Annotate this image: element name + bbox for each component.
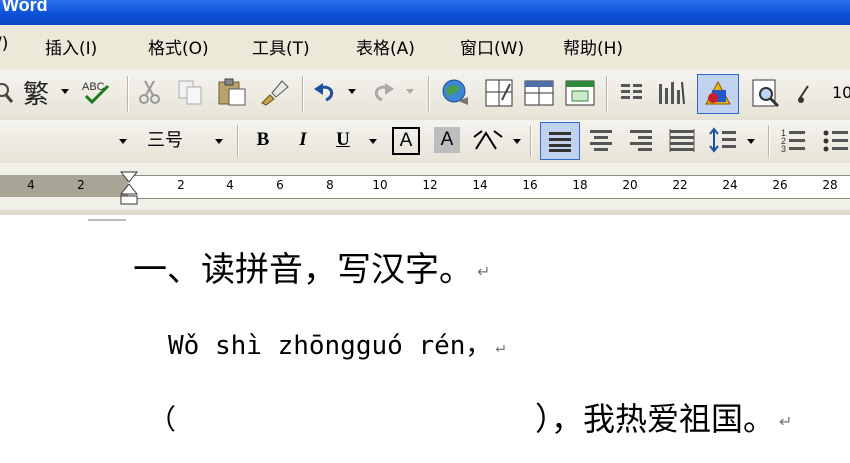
indent-marker-icon[interactable] [120, 170, 138, 210]
hyperlink-icon[interactable] [440, 77, 472, 109]
align-justify-button[interactable] [540, 122, 580, 160]
paragraph-mark: ↵ [495, 337, 506, 356]
menu-format[interactable]: 格式(O) [148, 34, 209, 59]
ruler-tick-label: 4 [226, 178, 234, 192]
menu-bar: /) 插入(I) 格式(O) 工具(T) 表格(A) 窗口(W) 帮助(H) [0, 25, 850, 71]
ruler-tick-label: 18 [572, 178, 588, 192]
show-hide-icon[interactable] [796, 80, 818, 106]
ruler-tick-label: 14 [472, 178, 488, 192]
ruler-tick-label: 6 [276, 178, 284, 192]
columns-icon[interactable] [618, 80, 646, 106]
menu-insert[interactable]: 插入(I) [45, 34, 97, 59]
ruler-tick-label: 8 [326, 178, 334, 192]
redo-icon[interactable] [370, 80, 396, 104]
bold-button[interactable]: B [250, 127, 276, 153]
heading-text: 一、读拼音，写汉字。 [133, 250, 473, 290]
document-map-button[interactable] [697, 74, 739, 114]
ruler-tick-label: 10 [372, 178, 388, 192]
ruler-tick-label: 22 [672, 178, 688, 192]
ruler-tick-label: 20 [622, 178, 638, 192]
toolbar-separator [768, 125, 770, 157]
bullets-icon[interactable] [822, 126, 850, 154]
menu-window[interactable]: 窗口(W) [460, 34, 524, 59]
chevron-down-icon[interactable] [512, 138, 522, 146]
cut-icon[interactable] [136, 78, 164, 106]
toolbar-separator [302, 76, 304, 112]
toolbar-separator [237, 125, 239, 157]
chevron-down-icon[interactable] [405, 88, 415, 96]
menu-view[interactable]: /) [0, 34, 8, 54]
toolbar-separator [606, 76, 608, 112]
ruler-tick-label: 4 [27, 178, 35, 192]
document-map-icon [705, 80, 731, 105]
toolbar-separator [530, 125, 532, 157]
italic-button[interactable]: I [290, 127, 316, 153]
chevron-down-icon[interactable] [746, 138, 756, 146]
ruler-tick-label: 2 [177, 178, 185, 192]
paragraph-mark: ↵ [477, 262, 491, 281]
ruler-tick-label: 2 [77, 178, 85, 192]
ruler-tick-label: 28 [822, 178, 838, 192]
answer-line[interactable]: ），我热爱祖国。 ↵ [535, 394, 792, 440]
chevron-down-icon[interactable] [118, 138, 128, 146]
underline-button[interactable]: U [330, 127, 356, 153]
menu-table[interactable]: 表格(A) [356, 34, 415, 59]
chevron-down-icon[interactable] [60, 88, 70, 96]
chevron-down-icon[interactable] [368, 138, 378, 146]
spell-check-icon[interactable]: ABC [80, 76, 114, 106]
traditional-chinese-button[interactable]: 繁 [20, 75, 52, 110]
ruler-tick-label: 12 [422, 178, 438, 192]
character-scaling-icon[interactable] [472, 127, 504, 155]
svg-text:3: 3 [781, 144, 786, 154]
title-bar: Word [0, 0, 850, 25]
pinyin-line[interactable]: Wǒ shì zhōngguó rén， ↵ [168, 325, 505, 362]
ruler-tick-label: 24 [722, 178, 738, 192]
copy-icon[interactable] [176, 78, 206, 106]
numbering-icon[interactable]: 1 2 3 [780, 126, 808, 154]
ruler-tick-label: 16 [522, 178, 538, 192]
pinyin-text: Wǒ shì zhōngguó rén， [168, 331, 492, 361]
undo-icon[interactable] [312, 80, 338, 104]
insert-table-icon[interactable] [523, 78, 555, 108]
zoom-box[interactable]: 10 [832, 80, 850, 104]
format-painter-icon[interactable] [258, 77, 290, 107]
menu-help[interactable]: 帮助(H) [563, 34, 623, 59]
drawing-icon[interactable] [656, 78, 688, 108]
font-size-select[interactable]: 三号 [138, 124, 192, 154]
align-justify-icon [549, 132, 571, 152]
doc-heading[interactable]: 一、读拼音，写汉字。 ↵ [133, 242, 490, 291]
insert-excel-icon[interactable] [564, 78, 596, 108]
print-preview-icon[interactable] [750, 78, 782, 108]
character-shading-button[interactable]: A [434, 127, 460, 153]
answer-open-bracket[interactable]: （ [148, 398, 176, 438]
toolbar-separator [428, 76, 430, 112]
ruler-tick-label: 26 [772, 178, 788, 192]
paragraph-mark: ↵ [779, 411, 793, 431]
window-title: Word [2, 0, 48, 15]
align-right-icon[interactable] [628, 128, 654, 152]
align-center-icon[interactable] [588, 128, 614, 152]
menu-tools[interactable]: 工具(T) [252, 34, 310, 59]
chevron-down-icon[interactable] [214, 138, 224, 146]
answer-line-text: ），我热爱祖国。 [535, 400, 776, 438]
research-icon[interactable] [0, 78, 14, 106]
line-spacing-icon[interactable] [708, 126, 738, 154]
chevron-down-icon[interactable] [347, 88, 357, 96]
paste-icon[interactable] [216, 77, 248, 107]
character-border-button[interactable]: A [392, 127, 420, 155]
margin-corner-mark [88, 219, 126, 221]
distributed-align-icon[interactable] [668, 128, 696, 152]
tables-borders-icon[interactable] [484, 78, 514, 108]
toolbar-separator [127, 76, 129, 112]
